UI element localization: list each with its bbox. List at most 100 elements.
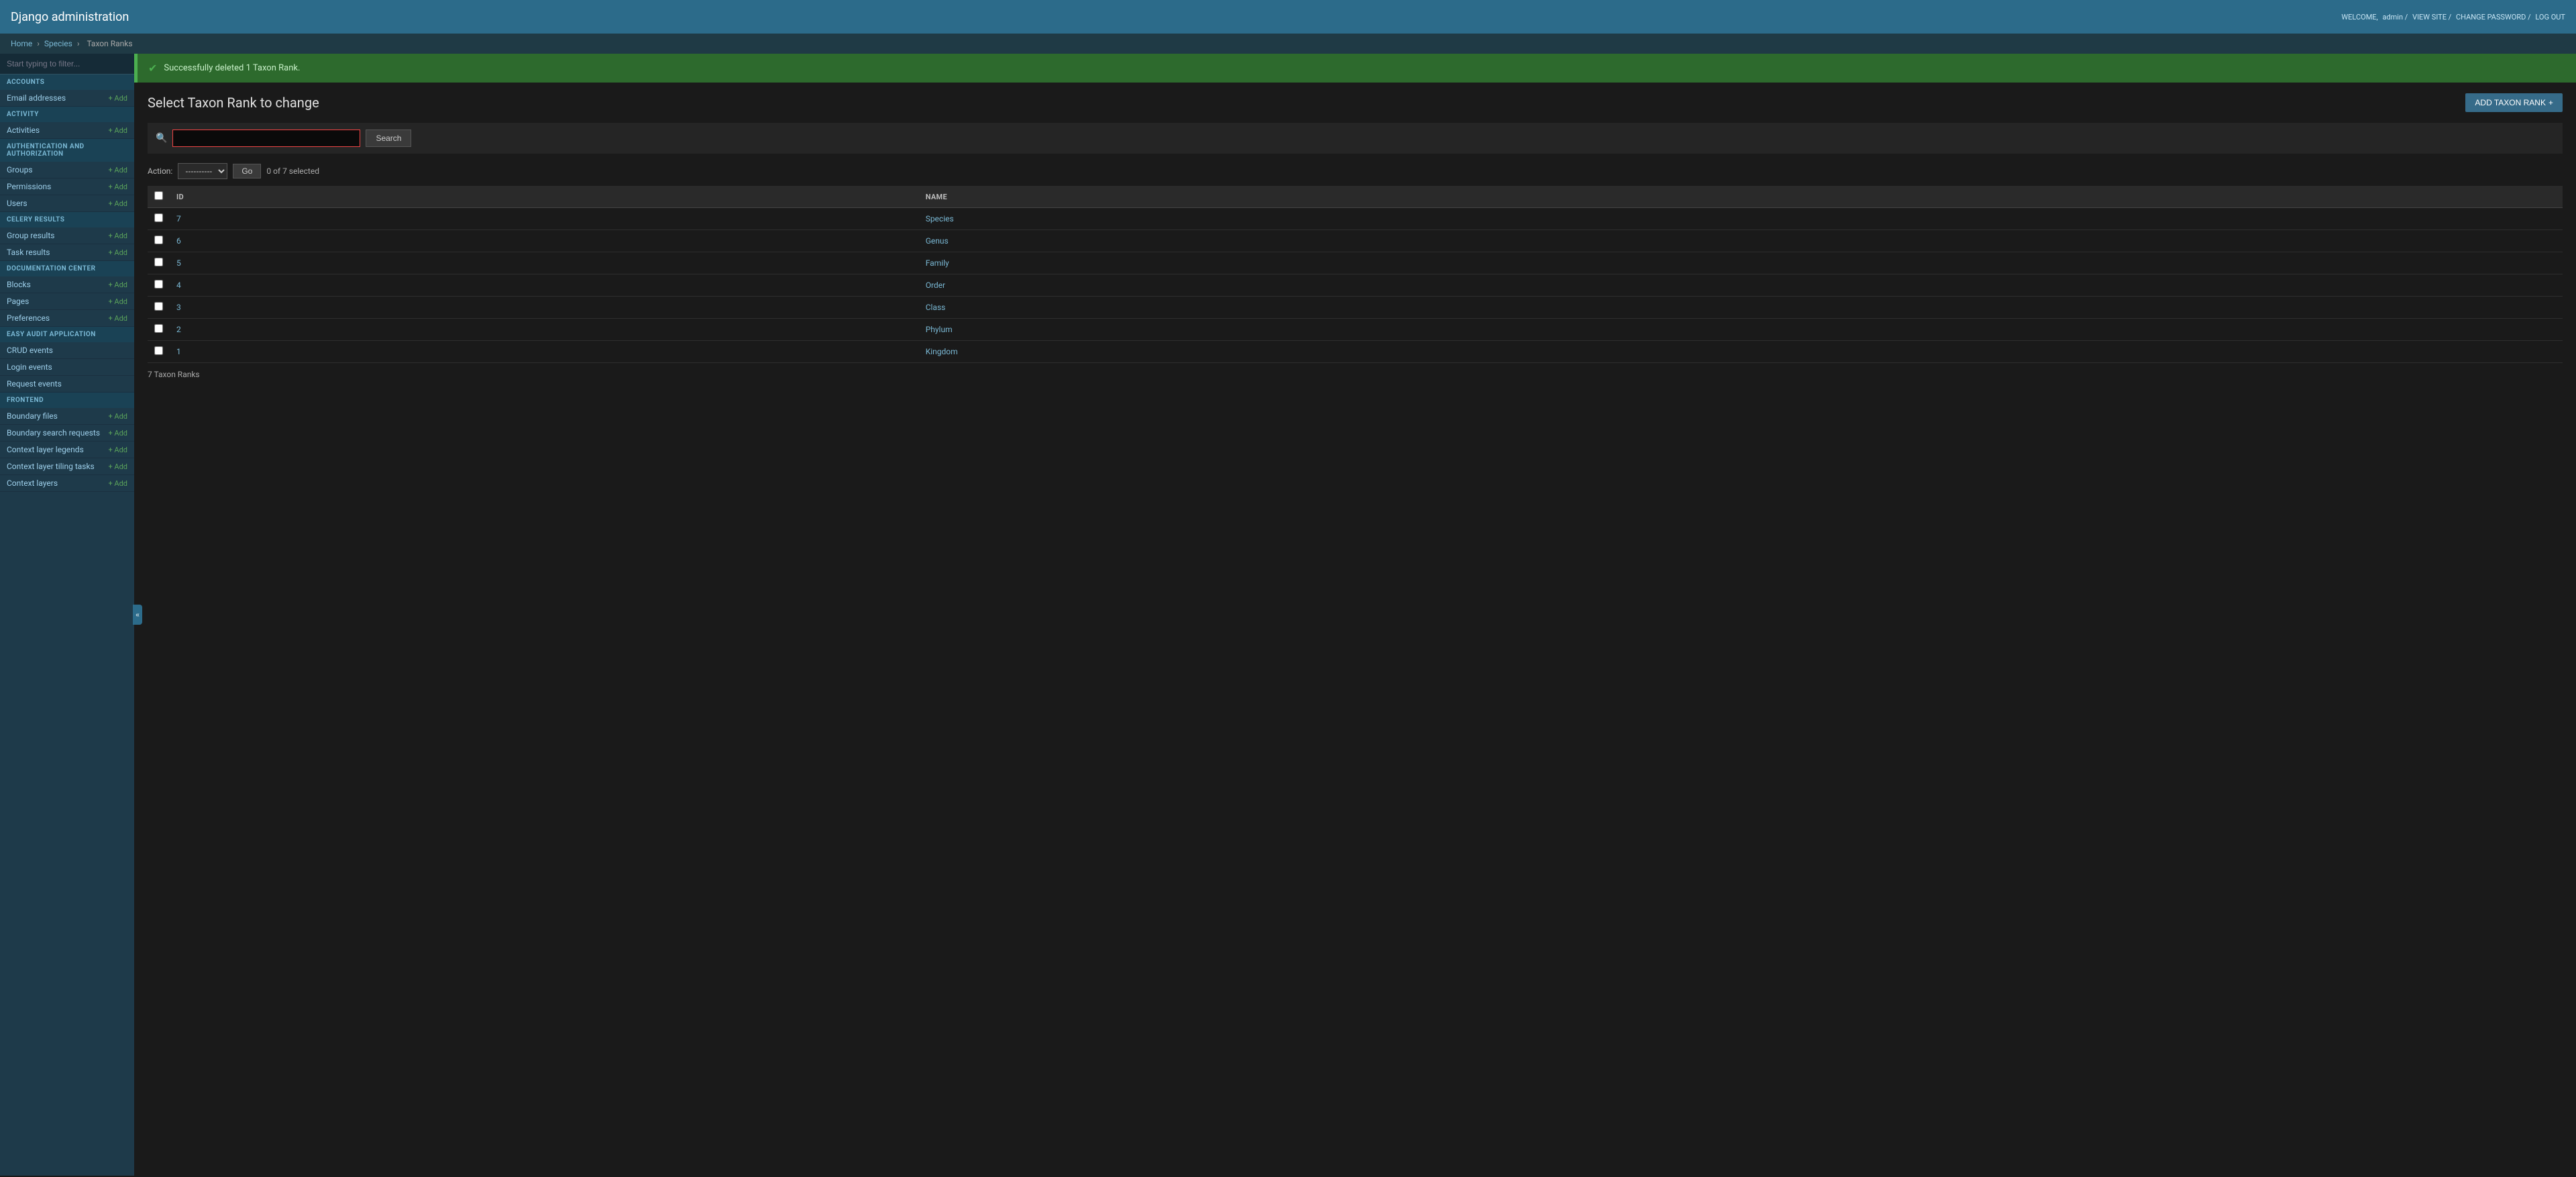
add-icon: + [2548, 98, 2553, 107]
sidebar-item-request-events[interactable]: Request events [0, 376, 134, 393]
table-row: 7 Species [148, 208, 2563, 230]
context-layer-legends-add[interactable]: + Add [108, 446, 127, 454]
email-addresses-add[interactable]: + Add [108, 94, 127, 103]
go-button[interactable]: Go [233, 164, 261, 178]
sidebar-item-login-events[interactable]: Login events [0, 359, 134, 376]
select-all-checkbox[interactable] [154, 191, 163, 200]
success-message-banner: ✔ Successfully deleted 1 Taxon Rank. [134, 54, 2576, 83]
row-name-link[interactable]: Class [926, 303, 946, 312]
users-add[interactable]: + Add [108, 199, 127, 208]
row-checkbox[interactable] [154, 346, 163, 355]
sidebar-collapse-button[interactable]: « [133, 605, 142, 625]
request-events-link[interactable]: Request events [7, 379, 62, 389]
users-link[interactable]: Users [7, 199, 28, 208]
search-input[interactable] [172, 130, 360, 147]
table-row: 1 Kingdom [148, 341, 2563, 363]
activities-add[interactable]: + Add [108, 126, 127, 135]
row-name-link[interactable]: Species [926, 214, 954, 223]
search-button[interactable]: Search [366, 130, 411, 147]
username-link[interactable]: admin [2382, 13, 2403, 21]
permissions-link[interactable]: Permissions [7, 182, 51, 191]
context-layer-tiling-tasks-link[interactable]: Context layer tiling tasks [7, 462, 95, 471]
id-column-header: ID [170, 186, 919, 208]
sidebar-item-permissions[interactable]: Permissions + Add [0, 178, 134, 195]
row-id-link[interactable]: 3 [176, 303, 181, 312]
email-addresses-link[interactable]: Email addresses [7, 93, 66, 103]
boundary-search-requests-link[interactable]: Boundary search requests [7, 428, 100, 438]
breadcrumb-home[interactable]: Home [11, 39, 32, 48]
sidebar-item-blocks[interactable]: Blocks + Add [0, 276, 134, 293]
preferences-link[interactable]: Preferences [7, 313, 50, 323]
breadcrumb-species[interactable]: Species [44, 39, 72, 48]
row-name-link[interactable]: Genus [926, 236, 949, 246]
groups-link[interactable]: Groups [7, 165, 33, 174]
breadcrumb: Home › Species › Taxon Ranks [0, 34, 2576, 54]
pages-link[interactable]: Pages [7, 297, 29, 306]
row-id-link[interactable]: 2 [176, 325, 181, 334]
row-checkbox[interactable] [154, 280, 163, 289]
sidebar-item-pages[interactable]: Pages + Add [0, 293, 134, 310]
row-name-link[interactable]: Kingdom [926, 347, 958, 356]
sidebar-item-boundary-files[interactable]: Boundary files + Add [0, 408, 134, 425]
row-checkbox-cell [148, 341, 170, 363]
context-layers-link[interactable]: Context layers [7, 478, 58, 488]
table-row: 4 Order [148, 274, 2563, 297]
row-name-link[interactable]: Order [926, 280, 945, 290]
context-layer-tiling-tasks-add[interactable]: + Add [108, 462, 127, 471]
row-id-link[interactable]: 1 [176, 347, 181, 356]
add-taxon-rank-button[interactable]: ADD TAXON RANK + [2465, 93, 2563, 112]
sidebar-item-email-addresses[interactable]: Email addresses + Add [0, 90, 134, 107]
activities-link[interactable]: Activities [7, 125, 40, 135]
row-checkbox[interactable] [154, 324, 163, 333]
sidebar-item-activities[interactable]: Activities + Add [0, 122, 134, 139]
row-id-link[interactable]: 5 [176, 258, 181, 268]
context-layer-legends-link[interactable]: Context layer legends [7, 445, 84, 454]
success-icon: ✔ [148, 62, 157, 74]
preferences-add[interactable]: + Add [108, 314, 127, 323]
boundary-search-requests-add[interactable]: + Add [108, 429, 127, 438]
sidebar-item-boundary-search-requests[interactable]: Boundary search requests + Add [0, 425, 134, 442]
sidebar-item-users[interactable]: Users + Add [0, 195, 134, 212]
row-checkbox[interactable] [154, 302, 163, 311]
row-name-link[interactable]: Phylum [926, 325, 953, 334]
row-checkbox-cell [148, 319, 170, 341]
action-select[interactable]: ---------- [178, 163, 227, 179]
task-results-add[interactable]: + Add [108, 248, 127, 257]
sidebar-section-accounts: ACCOUNTS [0, 74, 134, 90]
boundary-files-add[interactable]: + Add [108, 412, 127, 421]
log-out-link[interactable]: LOG OUT [2535, 13, 2565, 21]
row-id-link[interactable]: 6 [176, 236, 181, 246]
task-results-link[interactable]: Task results [7, 248, 50, 257]
sidebar-item-preferences[interactable]: Preferences + Add [0, 310, 134, 327]
row-id-link[interactable]: 7 [176, 214, 181, 223]
sidebar-item-crud-events[interactable]: CRUD events [0, 342, 134, 359]
table-body: 7 Species 6 Genus 5 Family [148, 208, 2563, 363]
row-id-link[interactable]: 4 [176, 280, 181, 290]
group-results-add[interactable]: + Add [108, 232, 127, 240]
boundary-files-link[interactable]: Boundary files [7, 411, 58, 421]
row-checkbox[interactable] [154, 213, 163, 222]
sidebar-filter[interactable] [0, 54, 134, 74]
blocks-link[interactable]: Blocks [7, 280, 31, 289]
sidebar-item-group-results[interactable]: Group results + Add [0, 227, 134, 244]
sidebar-item-context-layer-tiling-tasks[interactable]: Context layer tiling tasks + Add [0, 458, 134, 475]
blocks-add[interactable]: + Add [108, 280, 127, 289]
sidebar-item-groups[interactable]: Groups + Add [0, 162, 134, 178]
sidebar-item-task-results[interactable]: Task results + Add [0, 244, 134, 261]
permissions-add[interactable]: + Add [108, 183, 127, 191]
row-name-link[interactable]: Family [926, 258, 949, 268]
context-layers-add[interactable]: + Add [108, 479, 127, 488]
login-events-link[interactable]: Login events [7, 362, 52, 372]
view-site-link[interactable]: VIEW SITE [2412, 13, 2447, 21]
row-checkbox[interactable] [154, 258, 163, 266]
sidebar-filter-input[interactable] [0, 54, 134, 74]
row-id: 5 [170, 252, 919, 274]
change-password-link[interactable]: CHANGE PASSWORD [2456, 13, 2526, 21]
groups-add[interactable]: + Add [108, 166, 127, 174]
sidebar-item-context-layers[interactable]: Context layers + Add [0, 475, 134, 492]
pages-add[interactable]: + Add [108, 297, 127, 306]
crud-events-link[interactable]: CRUD events [7, 346, 53, 355]
sidebar-item-context-layer-legends[interactable]: Context layer legends + Add [0, 442, 134, 458]
group-results-link[interactable]: Group results [7, 231, 54, 240]
row-checkbox[interactable] [154, 236, 163, 244]
